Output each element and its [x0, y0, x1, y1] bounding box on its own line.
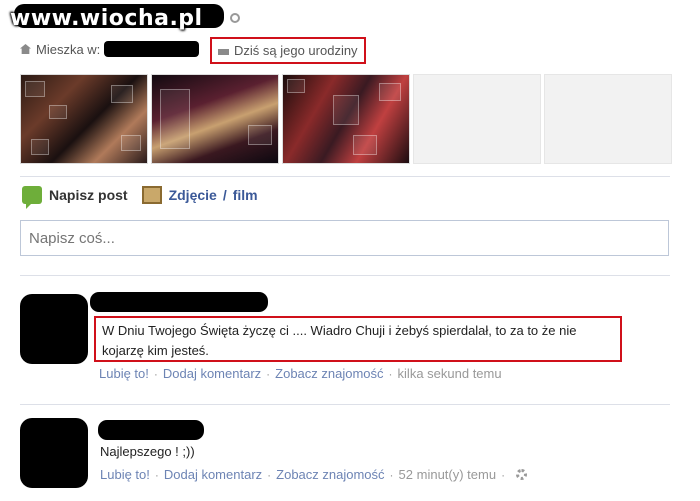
tab-photo-label: Zdjęcie — [168, 187, 217, 203]
divider — [20, 176, 670, 177]
post-actions: Lubię to! · Dodaj komentarz · Zobacz zna… — [99, 366, 502, 381]
cake-icon — [218, 49, 229, 55]
separator-dot: · — [501, 467, 506, 482]
composer-tabs: Napisz post Zdjęcie / film — [22, 186, 258, 209]
see-friendship-link[interactable]: Zobacz znajomość — [275, 366, 383, 381]
comment-link[interactable]: Dodaj komentarz — [164, 467, 262, 482]
separator-dot: · — [388, 366, 393, 381]
post-text: W Dniu Twojego Święta życzę ci .... Wiad… — [94, 316, 622, 362]
redacted-avatar[interactable] — [20, 294, 88, 364]
tab-write-post[interactable]: Napisz post — [22, 186, 128, 209]
location-label: Mieszka w: — [36, 41, 101, 57]
post-text-content: Najlepszego ! ;)) — [100, 444, 195, 459]
redacted-author-name[interactable] — [98, 420, 204, 440]
separator-dot: · — [267, 467, 272, 482]
redacted-avatar[interactable] — [20, 418, 88, 488]
separator-dot: · — [389, 467, 394, 482]
birthday-text: Dziś są jego urodziny — [234, 42, 358, 58]
post-text-content: W Dniu Twojego Święta życzę ci .... Wiad… — [102, 323, 577, 358]
speech-bubble-icon — [22, 186, 42, 209]
like-link[interactable]: Lubię to! — [99, 366, 149, 381]
location-info: Mieszka w: — [20, 41, 200, 57]
tab-photo-video[interactable]: Zdjęcie / film — [141, 186, 258, 204]
photo-strip — [20, 74, 672, 164]
wall-post: W Dniu Twojego Święta życzę ci .... Wiad… — [20, 292, 660, 402]
redacted-author-name[interactable] — [90, 292, 268, 312]
comment-link[interactable]: Dodaj komentarz — [163, 366, 261, 381]
tab-separator: / — [222, 187, 227, 203]
profile-photo[interactable] — [151, 74, 279, 164]
post-actions: Lubię to! · Dodaj komentarz · Zobacz zna… — [100, 467, 528, 482]
tab-write-post-label: Napisz post — [49, 187, 128, 203]
timestamp[interactable]: 52 minut(y) temu — [399, 467, 497, 482]
timestamp[interactable]: kilka sekund temu — [398, 366, 502, 381]
separator-dot: · — [266, 366, 271, 381]
gear-icon[interactable] — [516, 469, 528, 480]
divider — [20, 275, 670, 276]
post-input[interactable] — [20, 220, 669, 256]
status-icon — [230, 13, 240, 23]
house-icon — [20, 44, 31, 54]
like-link[interactable]: Lubię to! — [100, 467, 150, 482]
wall-post: Najlepszego ! ;)) Lubię to! · Dodaj kome… — [20, 416, 660, 496]
separator-dot: · — [153, 366, 158, 381]
see-friendship-link[interactable]: Zobacz znajomość — [276, 467, 384, 482]
redacted-location — [104, 41, 200, 57]
divider — [20, 404, 670, 405]
birthday-info: Dziś są jego urodziny — [210, 37, 366, 64]
profile-photo[interactable] — [282, 74, 410, 164]
profile-photo[interactable] — [20, 74, 148, 164]
tab-video-label: film — [232, 187, 258, 203]
post-text: Najlepszego ! ;)) — [100, 442, 195, 462]
empty-photo-slot — [544, 74, 672, 164]
watermark: www.wiocha.pl — [10, 6, 203, 31]
empty-photo-slot — [413, 74, 541, 164]
separator-dot: · — [154, 467, 159, 482]
photo-icon — [141, 186, 162, 204]
